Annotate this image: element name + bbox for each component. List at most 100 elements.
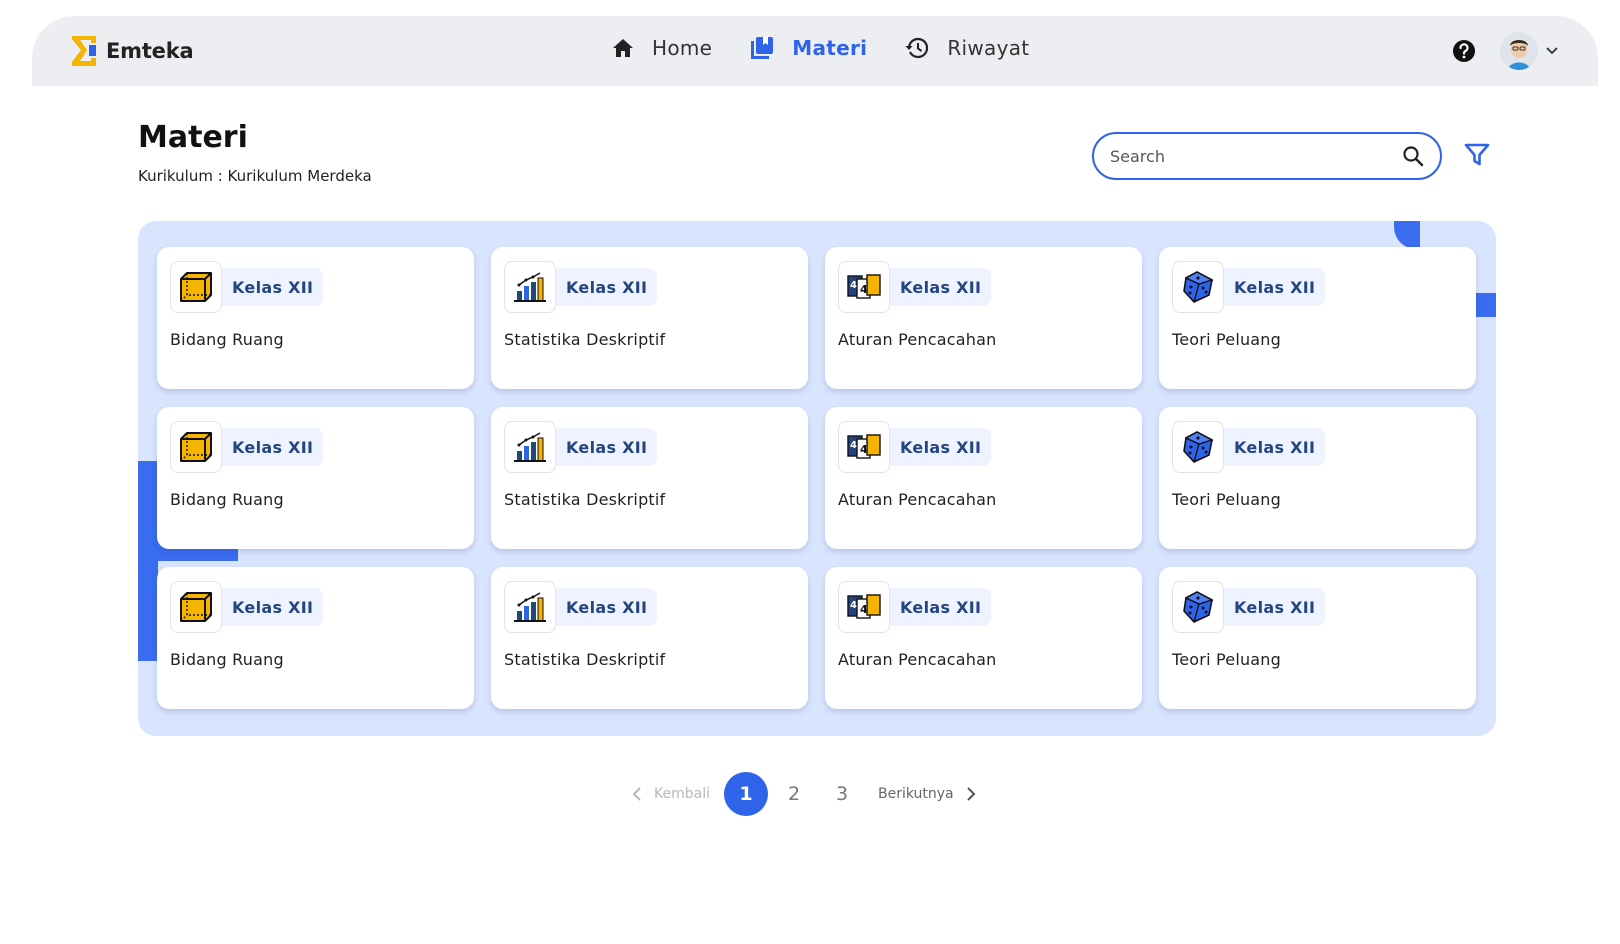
pagination: Kembali 1 2 3 Berikutnya <box>632 772 976 816</box>
svg-text:4: 4 <box>860 283 868 296</box>
chevron-left-icon <box>632 787 641 801</box>
material-title: Aturan Pencacahan <box>838 490 997 509</box>
page-2-button[interactable]: 2 <box>772 772 816 816</box>
bar-chart-icon <box>504 421 556 473</box>
dice-icon <box>1172 261 1224 313</box>
pagination-next-label: Berikutnya <box>877 786 954 802</box>
counting-cards-icon: 44 <box>838 421 890 473</box>
material-title: Statistika Deskriptif <box>504 650 666 669</box>
search-box <box>1092 132 1442 180</box>
nav-riwayat-label: Riwayat <box>947 36 1030 60</box>
material-title: Teori Peluang <box>1172 650 1282 669</box>
sigma-logo-icon <box>72 36 96 66</box>
class-level-label: Kelas XII <box>566 437 648 457</box>
class-level-chip: 4 4 Kelas XII <box>838 261 991 313</box>
nav-home-label: Home <box>652 36 713 60</box>
material-title: Teori Peluang <box>1172 490 1282 509</box>
home-icon <box>613 39 633 57</box>
page-1-button[interactable]: 1 <box>723 772 768 816</box>
material-title: Aturan Pencacahan <box>838 330 997 349</box>
class-level-chip: Kelas XII <box>170 421 323 473</box>
class-level-chip: Kelas XII <box>504 261 657 313</box>
material-card[interactable]: Kelas XII Bidang Ruang <box>157 407 474 549</box>
svg-text:4: 4 <box>860 443 868 456</box>
cube-icon <box>170 421 222 473</box>
materials-panel: Kelas XII Bidang Ruang Kelas XII Statistika… <box>138 221 1496 736</box>
chevron-right-icon <box>966 787 976 801</box>
counting-cards-icon: 44 <box>838 581 890 633</box>
page-3-button[interactable]: 3 <box>820 772 864 816</box>
svg-text:4: 4 <box>850 280 857 291</box>
counting-cards-icon: 44 <box>838 261 890 313</box>
class-level-label: Kelas XII <box>1234 437 1316 457</box>
material-title: Bidang Ruang <box>170 650 284 669</box>
class-level-label: Kelas XII <box>900 437 982 457</box>
material-card[interactable]: 4 4 Kelas XII Aturan Pencacahan <box>825 247 1142 389</box>
material-title: Aturan Pencacahan <box>838 650 997 669</box>
material-title: Teori Peluang <box>1172 330 1282 349</box>
class-level-chip: Kelas XII <box>1172 421 1325 473</box>
nav-home[interactable]: Home <box>612 36 712 60</box>
user-menu[interactable] <box>1500 32 1558 70</box>
pagination-next-button[interactable]: Berikutnya <box>878 786 976 802</box>
material-card[interactable]: 4 4 Kelas XII Aturan Pencacahan <box>825 567 1142 709</box>
class-level-chip: Kelas XII <box>504 421 657 473</box>
decoration-left-bar <box>138 561 158 661</box>
bar-chart-icon <box>504 261 556 313</box>
class-level-label: Kelas XII <box>232 277 314 297</box>
class-level-chip: Kelas XII <box>1172 581 1325 633</box>
class-level-label: Kelas XII <box>232 597 314 617</box>
class-level-chip: Kelas XII <box>504 581 657 633</box>
material-card[interactable]: Kelas XII Statistika Deskriptif <box>491 247 808 389</box>
curriculum-label: Kurikulum : Kurikulum Merdeka <box>138 167 372 185</box>
cube-icon <box>170 261 222 313</box>
class-level-chip: Kelas XII <box>170 581 323 633</box>
material-card[interactable]: Kelas XII Teori Peluang <box>1159 567 1476 709</box>
dice-icon <box>1172 421 1224 473</box>
pagination-prev-button[interactable]: Kembali <box>632 786 710 802</box>
history-icon <box>905 37 929 59</box>
material-card[interactable]: Kelas XII Statistika Deskriptif <box>491 567 808 709</box>
material-card[interactable]: Kelas XII Bidang Ruang <box>157 247 474 389</box>
material-card[interactable]: Kelas XII Bidang Ruang <box>157 567 474 709</box>
filter-icon[interactable] <box>1464 142 1490 168</box>
nav-materi[interactable]: Materi <box>750 36 867 60</box>
material-card[interactable]: 4 4 Kelas XII Aturan Pencacahan <box>825 407 1142 549</box>
search-icon[interactable] <box>1402 145 1424 167</box>
book-icon <box>751 37 774 59</box>
brand-logo[interactable]: Emteka <box>70 34 194 68</box>
class-level-chip: Kelas XII <box>1172 261 1325 313</box>
class-level-label: Kelas XII <box>900 277 982 297</box>
chevron-down-icon <box>1546 47 1558 55</box>
dice-icon <box>1172 581 1224 633</box>
nav-riwayat[interactable]: Riwayat <box>905 36 1029 60</box>
svg-text:4: 4 <box>860 603 868 616</box>
material-title: Bidang Ruang <box>170 490 284 509</box>
material-title: Bidang Ruang <box>170 330 284 349</box>
material-card[interactable]: Kelas XII Statistika Deskriptif <box>491 407 808 549</box>
svg-text:4: 4 <box>850 600 857 611</box>
user-area <box>1452 32 1558 70</box>
search-input[interactable] <box>1110 146 1402 166</box>
class-level-label: Kelas XII <box>900 597 982 617</box>
material-title: Statistika Deskriptif <box>504 490 666 509</box>
class-level-label: Kelas XII <box>566 597 648 617</box>
nav-materi-label: Materi <box>792 36 868 60</box>
main-nav: Home Materi Riwayat <box>612 36 1067 60</box>
material-card[interactable]: Kelas XII Teori Peluang <box>1159 247 1476 389</box>
avatar <box>1500 32 1538 70</box>
cube-icon <box>170 581 222 633</box>
page-title: Materi <box>138 120 248 155</box>
brand-name: Emteka <box>106 39 194 63</box>
material-title: Statistika Deskriptif <box>504 330 666 349</box>
decoration-top-right <box>1394 221 1420 249</box>
class-level-chip: Kelas XII <box>170 261 323 313</box>
class-level-label: Kelas XII <box>1234 597 1316 617</box>
material-card[interactable]: Kelas XII Teori Peluang <box>1159 407 1476 549</box>
help-icon[interactable] <box>1452 39 1476 63</box>
top-navigation-bar: Emteka Home Materi Riwayat <box>32 16 1598 86</box>
pagination-prev-label: Kembali <box>654 786 710 802</box>
bar-chart-icon <box>504 581 556 633</box>
class-level-chip: 4 4 Kelas XII <box>838 581 991 633</box>
class-level-chip: 4 4 Kelas XII <box>838 421 991 473</box>
